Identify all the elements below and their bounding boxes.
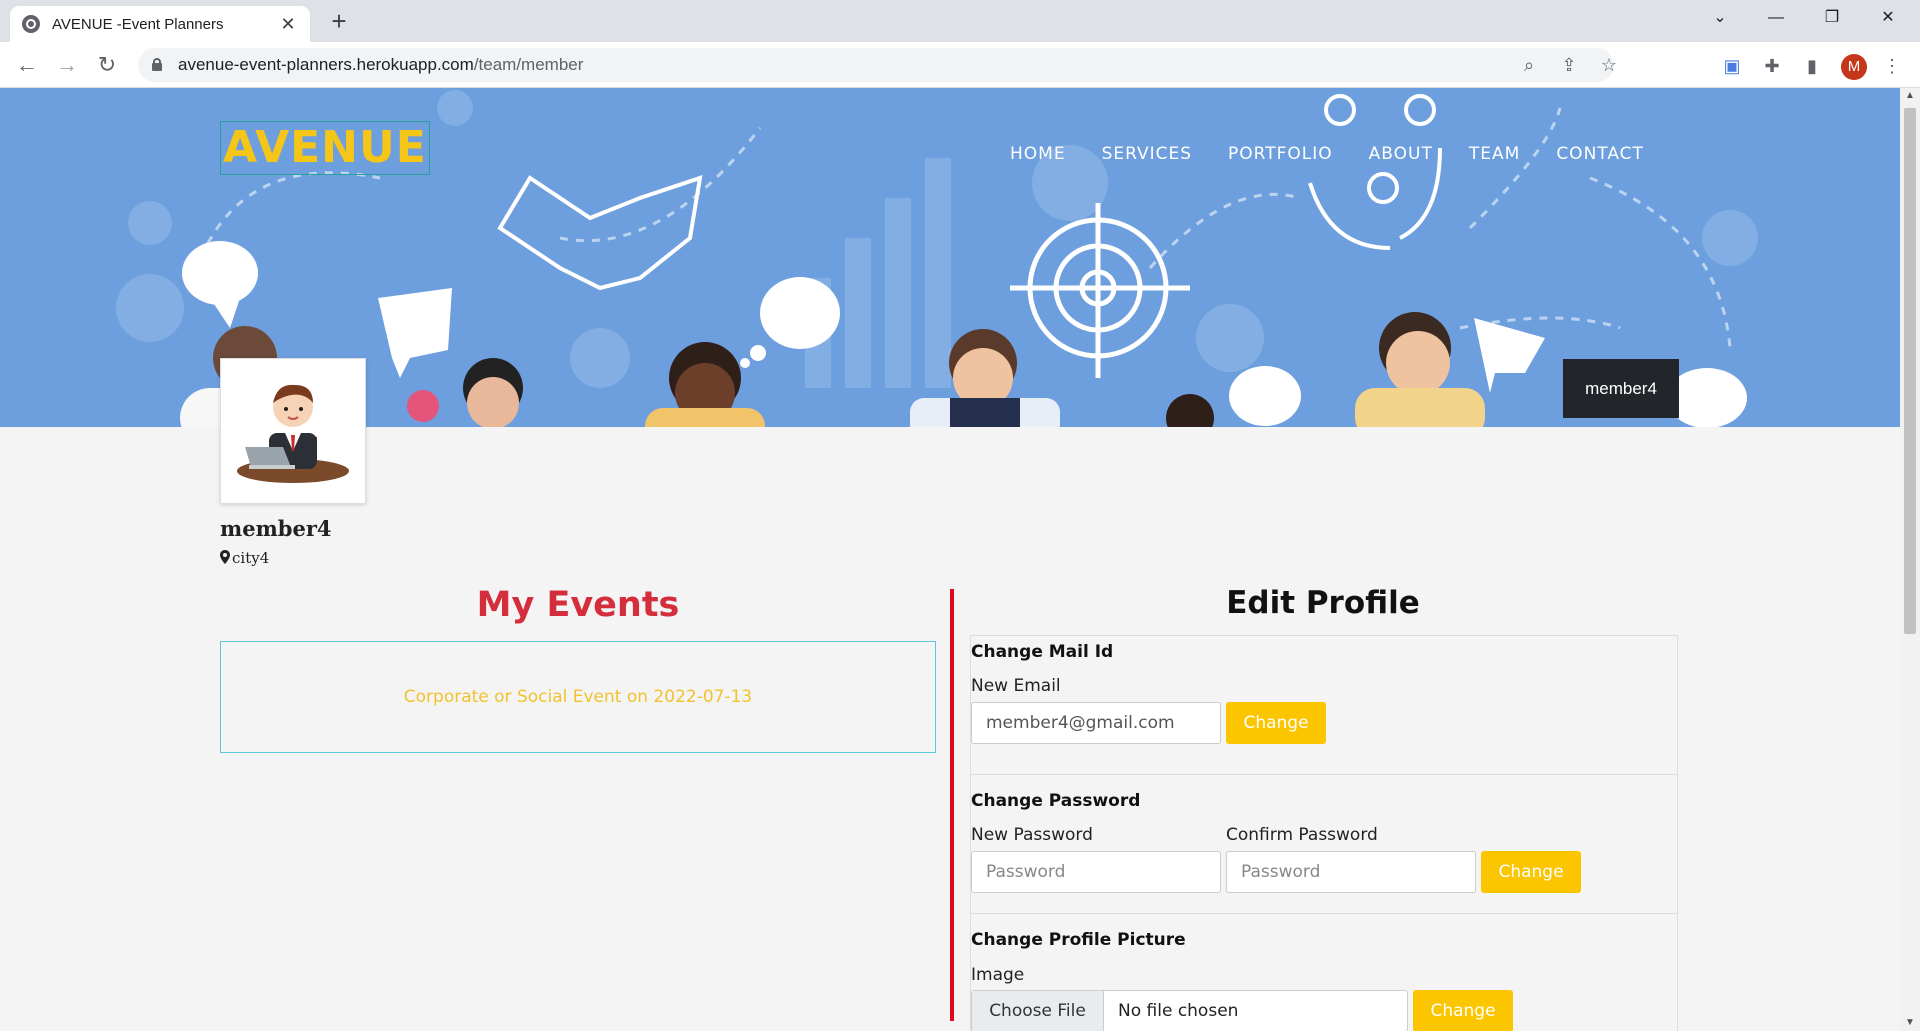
- reload-button[interactable]: ↻: [92, 50, 122, 80]
- nav-services[interactable]: SERVICES: [1102, 144, 1192, 164]
- events-list: Corporate or Social Event on 2022-07-13: [220, 641, 936, 753]
- profile-city: city4: [232, 549, 270, 567]
- close-window-button[interactable]: ✕: [1860, 0, 1916, 36]
- profile-avatar[interactable]: M: [1841, 54, 1867, 80]
- forward-button[interactable]: →: [52, 50, 82, 80]
- lock-icon[interactable]: [152, 58, 162, 71]
- nav-team[interactable]: TEAM: [1469, 144, 1520, 164]
- nav-home[interactable]: HOME: [1010, 144, 1066, 164]
- choose-file-button[interactable]: Choose File: [972, 991, 1104, 1031]
- browser-tab[interactable]: AVENUE -Event Planners ✕: [10, 6, 310, 42]
- change-email-button[interactable]: Change: [1226, 702, 1326, 744]
- map-pin-icon: [220, 550, 230, 564]
- confirm-password-input[interactable]: [1226, 851, 1476, 893]
- change-password-button[interactable]: Change: [1481, 851, 1581, 893]
- globe-icon: [22, 15, 40, 33]
- browser-toolbar: ← → ↻ avenue-event-planners.herokuapp.co…: [0, 42, 1920, 88]
- new-password-label: New Password: [971, 825, 1093, 845]
- change-password-section: Change Password New Password Confirm Pas…: [970, 774, 1678, 914]
- change-picture-heading: Change Profile Picture: [971, 930, 1186, 950]
- change-picture-section: Change Profile Picture Image Choose File…: [970, 913, 1678, 1031]
- extensions-puzzle-icon[interactable]: ✚: [1760, 54, 1784, 78]
- url-text: avenue-event-planners.herokuapp.com/team…: [178, 55, 584, 74]
- event-item[interactable]: Corporate or Social Event on 2022-07-13: [221, 687, 935, 707]
- scroll-down-arrow[interactable]: ▼: [1900, 1015, 1920, 1031]
- user-chip[interactable]: member4: [1563, 359, 1679, 418]
- page-viewport: AVENUE HOME SERVICES PORTFOLIO ABOUT TEA…: [0, 88, 1900, 1031]
- new-password-input[interactable]: [971, 851, 1221, 893]
- new-tab-button[interactable]: +: [324, 6, 354, 36]
- back-button[interactable]: ←: [12, 50, 42, 80]
- file-status: No file chosen: [1118, 1001, 1239, 1021]
- edit-profile-title: Edit Profile: [1226, 585, 1420, 621]
- profile-picture: [220, 358, 366, 504]
- page-scrollbar[interactable]: ▲ ▼: [1900, 88, 1920, 1031]
- tab-title: AVENUE -Event Planners: [52, 15, 224, 33]
- nav-about[interactable]: ABOUT: [1369, 144, 1433, 164]
- bookmark-star-icon[interactable]: ☆: [1598, 54, 1620, 76]
- minimize-button[interactable]: —: [1748, 0, 1804, 36]
- tab-search-icon[interactable]: ⌄: [1692, 0, 1748, 36]
- scroll-up-arrow[interactable]: ▲: [1900, 88, 1920, 104]
- change-mail-heading: Change Mail Id: [971, 642, 1114, 662]
- new-email-input[interactable]: [971, 702, 1221, 744]
- browser-menu-icon[interactable]: ⋮: [1880, 54, 1904, 78]
- events-title: My Events: [476, 585, 680, 625]
- browser-tabstrip: AVENUE -Event Planners ✕ + ⌄ — ❐ ✕: [0, 0, 1920, 42]
- close-tab-icon[interactable]: ✕: [278, 14, 298, 35]
- share-icon[interactable]: ⇪: [1558, 54, 1580, 76]
- profile-location: city4: [220, 549, 269, 567]
- change-picture-button[interactable]: Change: [1413, 990, 1513, 1031]
- restore-button[interactable]: ❐: [1804, 0, 1860, 36]
- confirm-password-label: Confirm Password: [1226, 825, 1378, 845]
- main-nav: HOME SERVICES PORTFOLIO ABOUT TEAM CONTA…: [1010, 144, 1680, 164]
- scroll-thumb[interactable]: [1904, 108, 1916, 634]
- section-divider: [950, 589, 954, 1021]
- image-file-input[interactable]: Choose File No file chosen: [971, 990, 1408, 1031]
- camera-extension-icon[interactable]: ▣: [1720, 54, 1744, 78]
- businessman-illustration: [237, 384, 349, 483]
- change-mail-section: Change Mail Id New Email Change: [970, 635, 1678, 775]
- change-password-heading: Change Password: [971, 791, 1141, 811]
- nav-contact[interactable]: CONTACT: [1556, 144, 1644, 164]
- new-email-label: New Email: [971, 676, 1061, 696]
- nav-portfolio[interactable]: PORTFOLIO: [1228, 144, 1333, 164]
- image-label: Image: [971, 965, 1025, 985]
- side-panel-icon[interactable]: ▮: [1800, 54, 1824, 78]
- brand-logo[interactable]: AVENUE: [220, 121, 430, 175]
- zoom-icon[interactable]: ⌕: [1518, 54, 1540, 76]
- profile-name: member4: [220, 516, 332, 541]
- address-bar[interactable]: avenue-event-planners.herokuapp.com/team…: [138, 48, 1617, 82]
